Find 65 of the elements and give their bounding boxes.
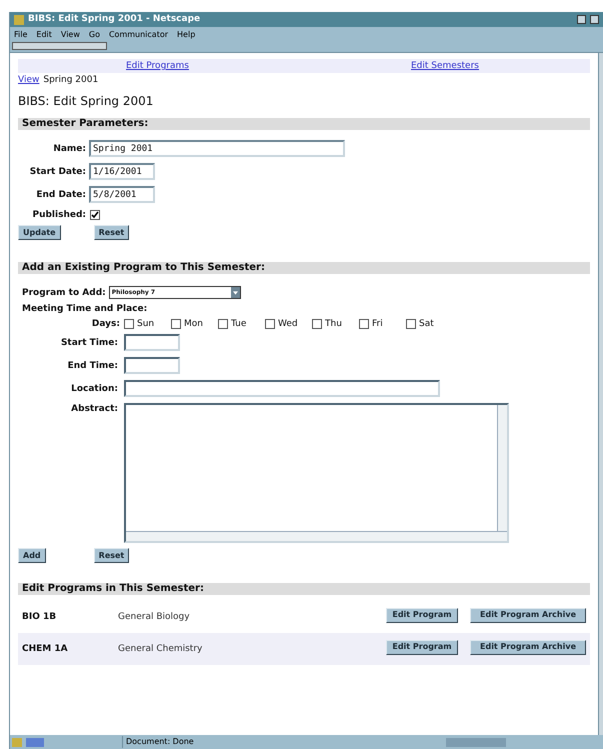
checkbox[interactable] — [90, 210, 100, 220]
form-button[interactable]: Reset — [94, 548, 130, 563]
menu-item[interactable]: Communicator — [108, 28, 168, 40]
checkbox[interactable] — [406, 319, 416, 329]
checkbox[interactable] — [124, 319, 134, 329]
form-button[interactable]: Update — [18, 225, 61, 240]
checkbox[interactable] — [171, 319, 181, 329]
checkbox[interactable] — [265, 319, 275, 329]
field-label: Abstract: — [70, 403, 119, 415]
status-text: Document: Done — [122, 736, 442, 748]
page-heading: BIBS: Edit Spring 2001 — [18, 94, 154, 108]
view-link[interactable]: View — [18, 74, 40, 86]
field-label: Location: — [70, 382, 119, 394]
form-button[interactable]: Reset — [94, 225, 130, 240]
field-label: Start Time: — [60, 336, 119, 348]
vertical-scrollbar[interactable] — [497, 405, 507, 531]
window-title: BIBS: Edit Spring 2001 - Netscape — [28, 12, 202, 26]
text-field[interactable]: 5/8/2001 — [89, 186, 155, 203]
menu-item[interactable]: File — [14, 28, 28, 40]
field-label: Days: — [90, 318, 121, 330]
text-field[interactable] — [124, 357, 180, 374]
text-field[interactable]: Spring 2001 — [89, 140, 345, 157]
day-label: Sun — [137, 318, 154, 330]
day-label: Fri — [372, 318, 383, 330]
meeting-label: Meeting Time and Place: — [21, 303, 148, 315]
field-label: End Date: — [35, 188, 86, 200]
breadcrumb-text: Spring 2001 — [43, 74, 98, 86]
form-button[interactable]: Add — [18, 548, 46, 563]
edit-program-button[interactable]: Edit Program — [386, 640, 458, 654]
page-scrollbar[interactable] — [598, 53, 603, 735]
maximize-icon[interactable] — [590, 15, 599, 24]
edit-program-button[interactable]: Edit Program — [386, 608, 458, 622]
field-label: End Time: — [66, 360, 119, 372]
program-code: BIO 1B — [22, 611, 58, 623]
section-header: Edit Programs in This Semester: — [18, 583, 590, 595]
day-label: Wed — [278, 318, 298, 330]
field-label: Published: — [31, 209, 86, 221]
day-label: Mon — [184, 318, 203, 330]
day-label: Thu — [325, 318, 342, 330]
checkbox[interactable] — [359, 319, 369, 329]
program-name: General Biology — [118, 611, 191, 623]
checkbox[interactable] — [218, 319, 228, 329]
menu-item[interactable]: Help — [177, 28, 196, 40]
text-field[interactable] — [124, 334, 180, 351]
minimize-icon[interactable] — [577, 15, 586, 24]
section-header: Semester Parameters: — [18, 118, 590, 130]
field-label: Start Date: — [28, 166, 86, 178]
program-code: CHEM 1A — [22, 643, 69, 655]
day-label: Sat — [419, 318, 434, 330]
day-label: Tue — [231, 318, 246, 330]
nav-link[interactable]: Edit Semesters — [411, 60, 479, 72]
edit-archive-button[interactable]: Edit Program Archive — [470, 640, 586, 654]
menu-item[interactable]: Go — [88, 28, 100, 40]
edit-archive-button[interactable]: Edit Program Archive — [470, 608, 586, 622]
field-label: Name: — [52, 142, 86, 154]
field-label: Program to Add: — [22, 286, 106, 298]
text-field[interactable] — [124, 380, 440, 397]
nav-link[interactable]: Edit Programs — [126, 60, 411, 72]
section-header: Add an Existing Program to This Semester: — [18, 262, 590, 274]
text-field[interactable]: 1/16/2001 — [89, 163, 155, 180]
program-name: General Chemistry — [118, 643, 204, 655]
horizontal-scrollbar[interactable] — [126, 531, 507, 541]
checkbox[interactable] — [312, 319, 322, 329]
menu-item[interactable]: View — [60, 28, 80, 40]
menu-item[interactable]: Edit — [36, 28, 52, 40]
